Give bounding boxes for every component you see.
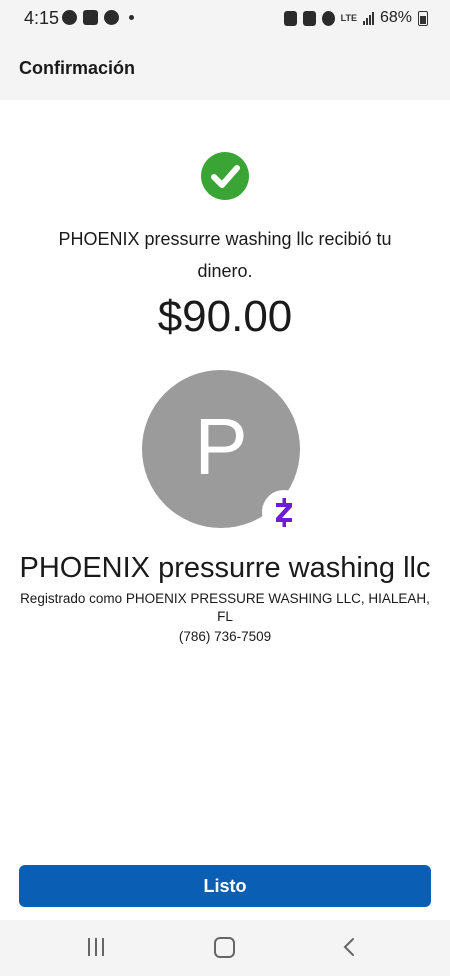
done-button[interactable]: Listo [19,865,431,907]
more-notifications-icon [129,15,134,20]
gallery-icon [83,10,98,25]
chat-icon [104,10,119,25]
signal-icon [362,11,374,25]
alarm-icon [321,10,335,26]
app-header: Confirmación [0,38,450,100]
confirmation-message: PHOENIX pressurre washing llc recibió tu… [58,229,392,281]
status-time: 4:15 [24,8,60,28]
status-bar: 4:15 LTE 68% [0,0,450,38]
registered-info: Registrado como PHOENIX PRESSURE WASHING… [20,591,430,624]
avatar-initial: P [194,402,248,491]
vibrate-icon [283,10,297,26]
notification-app-icon [62,10,77,25]
system-icons: LTE 68% [283,9,428,27]
home-icon[interactable] [214,937,235,958]
payment-amount: $90.00 [157,292,293,341]
notification-icons [62,10,134,25]
network-type: LTE [340,12,357,23]
battery-icon [418,10,428,26]
recipient-phone: (786) 736-7509 [178,629,272,644]
back-icon[interactable] [342,937,356,957]
recipient-name: PHOENIX pressurre washing llc [19,552,431,584]
zelle-icon [262,490,306,534]
battery-percent: 68% [379,9,412,26]
nfc-icon [302,10,316,26]
success-check-icon [201,152,249,200]
system-nav-bar [0,920,450,976]
page-title: Confirmación [19,58,136,78]
recents-icon[interactable] [88,938,104,956]
